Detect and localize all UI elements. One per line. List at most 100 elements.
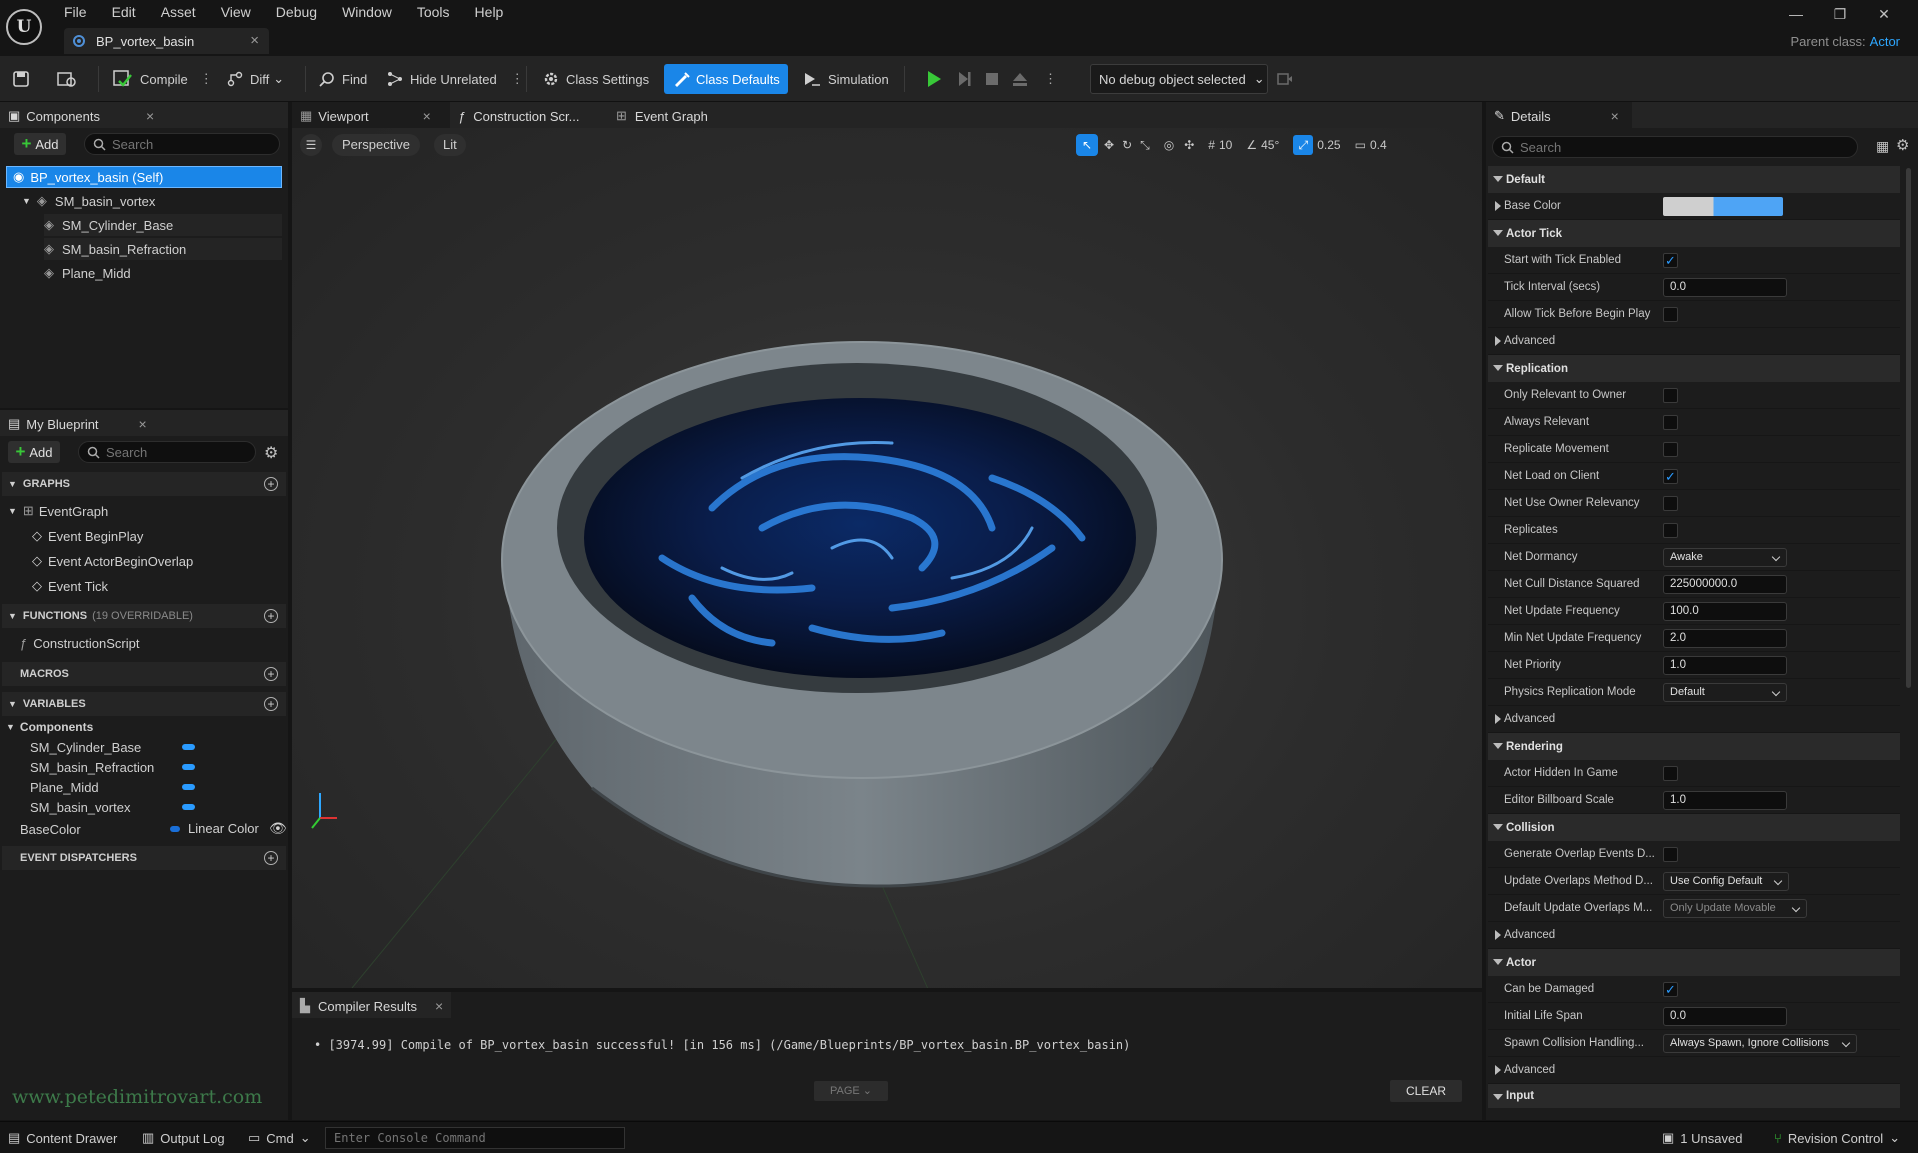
page-dropdown[interactable]: PAGE ⌄	[814, 1081, 888, 1101]
number-field[interactable]: 225000000.0	[1663, 574, 1787, 594]
advanced-row[interactable]: Advanced	[1488, 328, 1900, 355]
variable-item[interactable]: SM_Cylinder_Base	[30, 736, 200, 758]
checkbox[interactable]	[1663, 387, 1678, 403]
close-icon[interactable]: ×	[139, 416, 147, 432]
add-graph-icon[interactable]: +	[264, 477, 278, 491]
category-rendering[interactable]: Rendering	[1488, 733, 1900, 760]
diff-button[interactable]: Diff ⌄	[226, 64, 284, 94]
close-icon[interactable]: ×	[423, 108, 431, 124]
gear-icon[interactable]: ⚙	[1896, 136, 1909, 154]
world-local-icon[interactable]: ◎	[1164, 138, 1174, 152]
scale-snap-value[interactable]: 0.25	[1317, 138, 1340, 152]
add-member-button[interactable]: + Add	[8, 441, 60, 463]
tab-details[interactable]: ✎ Details ×	[1486, 102, 1632, 128]
menu-file[interactable]: File	[64, 3, 99, 21]
scale-snap-icon[interactable]: ⤢	[1293, 135, 1314, 155]
category-default[interactable]: Default	[1488, 166, 1900, 193]
viewport-canvas[interactable]: ☰ Perspective Lit ↖ ✥ ↻ ⤡ ◎ ✣ # 10 ∠ 45°…	[292, 128, 1482, 988]
close-tab-icon[interactable]: ×	[250, 32, 259, 49]
collapse-arrow-icon[interactable]: ▼	[22, 196, 31, 206]
add-macro-icon[interactable]: +	[264, 667, 278, 681]
number-field[interactable]: 0.0	[1663, 1006, 1787, 1026]
scale-tool-icon[interactable]: ⤡	[1140, 138, 1150, 153]
dropdown[interactable]: Default	[1663, 682, 1787, 702]
compile-button[interactable]: Compile ⋮	[112, 64, 213, 94]
eject-icon[interactable]	[1010, 64, 1030, 94]
scrollbar[interactable]	[1906, 168, 1911, 688]
document-tab[interactable]: BP_vortex_basin ×	[64, 28, 269, 54]
rotate-tool-icon[interactable]: ↻	[1122, 138, 1132, 152]
unsaved-button[interactable]: ▣ 1 Unsaved	[1662, 1130, 1742, 1146]
close-icon[interactable]: ×	[435, 998, 443, 1014]
close-icon[interactable]: ×	[1611, 108, 1619, 124]
cmd-dropdown[interactable]: ▭ Cmd ⌄	[248, 1130, 311, 1146]
checkbox[interactable]	[1663, 522, 1678, 538]
angle-snap-icon[interactable]: ∠	[1246, 138, 1257, 152]
category-replication[interactable]: Replication	[1488, 355, 1900, 382]
number-field[interactable]: 100.0	[1663, 601, 1787, 621]
checkbox[interactable]	[1663, 495, 1678, 511]
menu-debug[interactable]: Debug	[276, 3, 329, 21]
advanced-row[interactable]: Advanced	[1488, 1057, 1900, 1084]
lit-button[interactable]: Lit	[434, 134, 466, 156]
macros-section[interactable]: MACROS +	[2, 662, 286, 686]
grid-snap-icon[interactable]: #	[1208, 138, 1215, 152]
console-command-input[interactable]	[325, 1127, 625, 1149]
component-item[interactable]: ▼ ◈ SM_basin_vortex	[22, 190, 282, 212]
debug-filter-icon[interactable]	[1276, 64, 1294, 94]
my-blueprint-tab[interactable]: ▤ My Blueprint ×	[0, 410, 155, 436]
number-field[interactable]: 1.0	[1663, 790, 1787, 810]
components-search[interactable]	[84, 133, 280, 155]
category-actor-tick[interactable]: Actor Tick	[1488, 220, 1900, 247]
play-options-icon[interactable]: ⋮	[1044, 64, 1057, 94]
browse-icon[interactable]	[56, 64, 78, 94]
number-field[interactable]: 1.0	[1663, 655, 1787, 675]
functions-section[interactable]: ▼ FUNCTIONS (19 OVERRIDABLE) +	[2, 604, 286, 628]
tab-construction-script[interactable]: ƒ Construction Scr...	[450, 102, 608, 128]
dropdown[interactable]: Awake	[1663, 547, 1787, 567]
checkbox[interactable]	[1663, 441, 1678, 457]
play-button[interactable]	[924, 64, 944, 94]
output-log-button[interactable]: ▥ Output Log	[142, 1130, 225, 1146]
gear-icon[interactable]: ⚙	[264, 443, 278, 463]
category-collision[interactable]: Collision	[1488, 814, 1900, 841]
variable-item-basecolor[interactable]: BaseColor Linear Color 👁	[20, 818, 287, 840]
tab-event-graph[interactable]: ⊞ Event Graph	[608, 102, 716, 128]
compile-options-icon[interactable]: ⋮	[200, 71, 213, 87]
viewport-menu-icon[interactable]: ☰	[300, 134, 322, 156]
event-graph-item[interactable]: ▼ ⊞ EventGraph	[8, 500, 108, 522]
camera-speed-value[interactable]: 0.4	[1370, 138, 1387, 152]
clear-button[interactable]: CLEAR	[1390, 1080, 1462, 1102]
parent-class-link[interactable]: Actor	[1870, 34, 1900, 49]
content-drawer-button[interactable]: ▤ Content Drawer	[8, 1130, 117, 1146]
my-blueprint-search-input[interactable]	[106, 444, 236, 460]
component-item-self[interactable]: ◉ BP_vortex_basin (Self)	[6, 166, 282, 188]
component-item[interactable]: ◈ Plane_Midd	[44, 262, 282, 284]
surface-snap-icon[interactable]: ✣	[1184, 138, 1194, 152]
tab-viewport[interactable]: ▦ Viewport ×	[292, 102, 450, 128]
event-item[interactable]: ◇ Event ActorBeginOverlap	[32, 550, 193, 572]
advanced-row[interactable]: Advanced	[1488, 706, 1900, 733]
add-function-icon[interactable]: +	[264, 609, 278, 623]
hide-unrelated-button[interactable]: Hide Unrelated ⋮	[386, 64, 524, 94]
checkbox[interactable]: ✓	[1663, 468, 1678, 484]
number-field[interactable]: 2.0	[1663, 628, 1787, 648]
hide-options-icon[interactable]: ⋮	[511, 71, 524, 87]
class-settings-button[interactable]: Class Settings	[542, 64, 649, 94]
components-tab[interactable]: ▣ Components ×	[0, 102, 163, 128]
details-search-input[interactable]	[1520, 139, 1650, 155]
checkbox[interactable]	[1663, 765, 1678, 781]
details-search[interactable]	[1492, 136, 1858, 158]
save-icon[interactable]	[12, 64, 30, 94]
number-field[interactable]: 0.0	[1663, 277, 1787, 297]
skip-frame-icon[interactable]	[954, 64, 974, 94]
find-button[interactable]: Find	[318, 64, 367, 94]
class-defaults-button[interactable]: Class Defaults	[664, 64, 788, 94]
add-variable-icon[interactable]: +	[264, 697, 278, 711]
close-window-icon[interactable]: ✕	[1862, 6, 1906, 23]
variables-section[interactable]: ▼ VARIABLES +	[2, 692, 286, 716]
menu-help[interactable]: Help	[475, 3, 516, 21]
component-item[interactable]: ◈ SM_basin_Refraction	[44, 238, 282, 260]
dropdown[interactable]: Always Spawn, Ignore Collisions	[1663, 1033, 1857, 1053]
checkbox[interactable]	[1663, 414, 1678, 430]
